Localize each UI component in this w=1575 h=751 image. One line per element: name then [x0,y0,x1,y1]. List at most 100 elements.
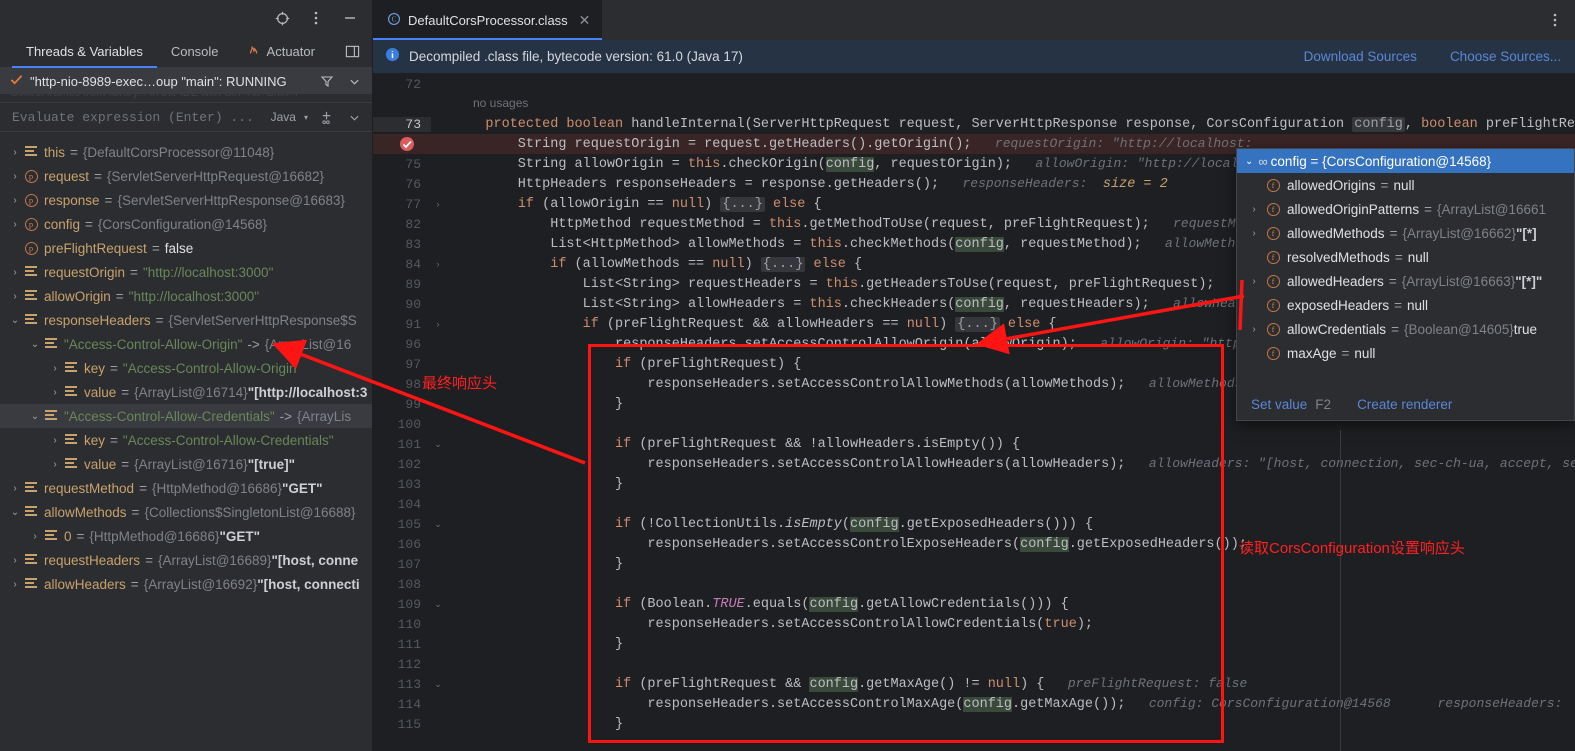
chevron-down-icon[interactable]: ⌄ [28,339,42,350]
line-number[interactable]: 77 [373,197,431,212]
line-number[interactable]: 101 [373,437,431,452]
variable-row[interactable]: › this = {DefaultCorsProcessor@11048} [0,140,372,164]
line-number[interactable]: 111 [373,637,431,652]
fold-toggle[interactable]: ⌄ [431,439,445,450]
variable-row[interactable]: › requestOrigin = "http://localhost:3000" [0,260,372,284]
layout-panels-icon[interactable] [342,42,362,62]
chevron-right-icon[interactable]: › [8,291,22,302]
code-line[interactable]: 111 } [373,634,1575,654]
add-watch-icon[interactable] [316,107,336,127]
fold-toggle[interactable]: › [431,319,445,329]
chevron-right-icon[interactable]: › [28,531,42,542]
evaluate-language-label[interactable]: Java [271,110,296,124]
variables-tree[interactable]: › this = {DefaultCorsProcessor@11048} › p req… [0,140,372,751]
more-vertical-icon[interactable] [1545,10,1565,30]
target-icon[interactable] [272,8,292,28]
chevron-down-icon[interactable]: ⌄ [28,411,42,422]
line-number[interactable]: 84 [373,257,431,272]
code-line[interactable]: 103 } [373,474,1575,494]
line-number[interactable]: 105 [373,517,431,532]
variable-row[interactable]: › key = "Access-Control-Allow-Origin [0,356,372,380]
chevron-right-icon[interactable]: › [48,435,62,446]
line-number[interactable]: 76 [373,177,431,192]
line-number[interactable]: 99 [373,397,431,412]
chevron-right-icon[interactable]: › [8,147,22,158]
line-number[interactable]: 106 [373,537,431,552]
line-number[interactable]: 108 [373,577,431,592]
variable-row[interactable]: ⌄ "Access-Control-Allow-Origin" -> {Array… [0,332,372,356]
variable-row[interactable]: › p response = {ServletServerHttpResponse@16… [0,188,372,212]
fold-toggle[interactable]: ⌄ [431,599,445,610]
chevron-right-icon[interactable]: › [8,171,22,182]
editor-tab-defaultcorsprocessor[interactable]: C DefaultCorsProcessor.class ✕ [373,0,603,40]
code-line[interactable]: 108 [373,574,1575,594]
language-caret-icon[interactable]: ▾ [304,113,308,122]
variable-row[interactable]: ⌄ allowMethods = {Collections$SingletonList… [0,500,372,524]
evaluate-input-placeholder[interactable]: Evaluate expression (Enter) ... [12,110,263,125]
variable-row[interactable]: › requestMethod = {HttpMethod@16686} "GET" [0,476,372,500]
code-line[interactable]: 115 } [373,714,1575,734]
chevron-down-icon[interactable]: ⌄ [8,507,22,518]
line-number[interactable]: 114 [373,697,431,712]
fold-toggle[interactable]: ⌄ [431,679,445,690]
code-line[interactable]: no usages [373,94,1575,114]
line-number[interactable]: 103 [373,477,431,492]
more-vertical-icon[interactable] [306,8,326,28]
line-number[interactable]: 104 [373,497,431,512]
chevron-down-icon[interactable] [344,71,364,91]
variable-row[interactable]: ⌄ responseHeaders = {ServletServerHttpRespo… [0,308,372,332]
chevron-right-icon[interactable]: › [48,363,62,374]
variable-row[interactable]: › key = "Access-Control-Allow-Credentials" [0,428,372,452]
config-popup-header[interactable]: ⌄ ∞ config = {CorsConfiguration@14568} [1237,149,1574,173]
breakpoint-icon[interactable] [399,136,415,152]
line-number[interactable]: 72 [373,77,431,92]
code-line[interactable]: 101 ⌄ if (preFlightRequest && !allowHeade… [373,434,1575,454]
line-number[interactable]: 100 [373,417,431,432]
line-number[interactable]: 115 [373,717,431,732]
code-line[interactable]: 110 responseHeaders.setAccessControlAllo… [373,614,1575,634]
code-line[interactable]: 114 responseHeaders.setAccessControlMaxA… [373,694,1575,714]
variable-row[interactable]: › value = {ArrayList@16716} "[true]" [0,452,372,476]
line-number[interactable]: 98 [373,377,431,392]
line-number[interactable]: 97 [373,357,431,372]
chevron-right-icon[interactable]: › [8,579,22,590]
chevron-right-icon[interactable]: › [8,219,22,230]
config-field-row[interactable]: › f allowedMethods = {ArrayList@16662} "[*] [1237,221,1574,245]
variable-row[interactable]: › 0 = {HttpMethod@16686} "GET" [0,524,372,548]
chevron-right-icon[interactable]: › [1245,228,1263,239]
line-number[interactable]: 110 [373,617,431,632]
chevron-down-icon[interactable]: ⌄ [8,315,22,326]
line-number[interactable]: 113 [373,677,431,692]
line-number[interactable]: 73 [373,116,431,132]
code-line[interactable]: 73 protected boolean handleInternal(Serv… [373,114,1575,134]
line-number[interactable]: 109 [373,597,431,612]
variable-row[interactable]: › value = {ArrayList@16714} "[http://localh… [0,380,372,404]
chevron-right-icon[interactable]: › [1245,324,1263,335]
code-line[interactable]: 112 [373,654,1575,674]
chevron-down-icon[interactable]: ⌄ [1245,156,1253,167]
chevron-right-icon[interactable]: › [8,483,22,494]
line-number[interactable]: 75 [373,157,431,172]
line-number[interactable]: 112 [373,657,431,672]
tab-threads-and-variables[interactable]: Threads & Variables [12,36,157,68]
download-sources-link[interactable]: Download Sources [1304,49,1417,64]
config-field-row[interactable]: › f allowedHeaders = {ArrayList@16663} "[*]" [1237,269,1574,293]
code-line[interactable]: 104 [373,494,1575,514]
config-field-row[interactable]: f exposedHeaders = null [1237,293,1574,317]
variable-row[interactable]: › p request = {ServletServerHttpRequest@1668… [0,164,372,188]
chevron-right-icon[interactable]: › [48,387,62,398]
config-field-row[interactable]: › f allowedOriginPatterns = {ArrayList@16661 [1237,197,1574,221]
code-line[interactable]: 109 ⌄ if (Boolean.TRUE.equals(config.getA… [373,594,1575,614]
line-number[interactable]: 82 [373,217,431,232]
code-line[interactable]: 113 ⌄ if (preFlightRequest && config.getM… [373,674,1575,694]
config-field-row[interactable]: f resolvedMethods = null [1237,245,1574,269]
tab-console[interactable]: Console [157,36,233,67]
thread-selector[interactable]: "http-nio-8989-exec…oup "main": RUNNING [0,68,372,94]
evaluate-expression-bar[interactable]: Evaluate expression (Enter) ... Java ▾ [0,102,372,132]
code-line[interactable]: 72 [373,74,1575,94]
variable-row[interactable]: › allowHeaders = {ArrayList@16692} "[host, … [0,572,372,596]
code-line[interactable]: 106 responseHeaders.setAccessControlExpo… [373,534,1575,554]
config-value-popup[interactable]: ⌄ ∞ config = {CorsConfiguration@14568} f… [1236,148,1575,421]
tab-actuator[interactable]: Actuator [233,36,329,67]
chevron-right-icon[interactable]: › [48,459,62,470]
